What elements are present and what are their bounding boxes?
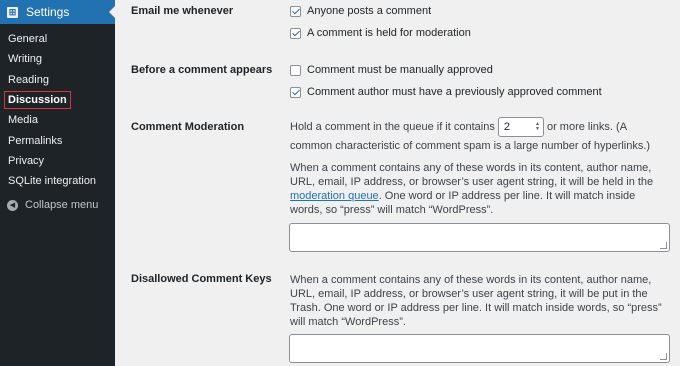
held-for-moderation-label: A comment is held for moderation (307, 27, 471, 39)
collapse-menu-label: Collapse menu (25, 199, 99, 211)
disallowed-section-label: Disallowed Comment Keys (131, 273, 272, 285)
anyone-posts-label: Anyone posts a comment (307, 5, 432, 17)
sidebar-item-permalinks[interactable]: Permalinks (0, 130, 115, 150)
sidebar-item-sqlite-integration[interactable]: SQLite integration (0, 171, 115, 191)
moderation-section-label: Comment Moderation (131, 121, 245, 133)
collapse-menu-button[interactable]: ◀ Collapse menu (7, 199, 98, 211)
held-for-moderation-option[interactable]: A comment is held for moderation (290, 27, 471, 39)
previously-approved-checkbox[interactable] (290, 86, 301, 98)
sidebar-item-label: Privacy (8, 154, 45, 167)
sidebar-item-discussion[interactable]: Discussion (0, 90, 115, 110)
manually-approved-label: Comment must be manually approved (307, 64, 493, 76)
sidebar-item-label: Reading (8, 73, 49, 86)
collapse-arrow-icon: ◀ (7, 199, 18, 211)
anyone-posts-option[interactable]: Anyone posts a comment (290, 5, 431, 17)
sidebar-item-privacy[interactable]: Privacy (0, 151, 115, 171)
sidebar-item-label: Permalinks (8, 134, 63, 147)
disallowed-description: When a comment contains any of these wor… (290, 274, 662, 328)
moderation-description: When a comment contains any of these wor… (290, 161, 670, 217)
sidebar-item-label: Writing (8, 53, 43, 66)
previously-approved-option[interactable]: Comment author must have a previously ap… (290, 86, 602, 98)
sidebar-item-general[interactable]: General (0, 29, 115, 49)
anyone-posts-checkbox[interactable] (290, 5, 301, 17)
previously-approved-label: Comment author must have a previously ap… (307, 86, 602, 98)
before-section-label: Before a comment appears (131, 64, 273, 76)
moderation-queue-link[interactable]: moderation queue (290, 190, 379, 202)
email-section-label: Email me whenever (131, 5, 234, 17)
disallowed-keys-textarea[interactable] (289, 334, 670, 363)
moderation-desc-text: When a comment contains any of these wor… (290, 162, 654, 188)
settings-submenu: General Writing Reading Discussion Media… (0, 29, 115, 191)
discussion-settings-form: Email me whenever Anyone posts a comment… (115, 0, 680, 366)
manually-approved-checkbox[interactable] (290, 64, 301, 76)
settings-menu-label: Settings (26, 5, 70, 19)
moderation-links-count-input[interactable]: 2 ▲ ▼ (497, 117, 544, 137)
sidebar-item-writing[interactable]: Writing (0, 49, 115, 69)
held-for-moderation-checkbox[interactable] (290, 27, 301, 39)
moderation-keys-textarea[interactable] (289, 223, 670, 252)
sidebar-item-label: General (8, 33, 48, 46)
sidebar-item-label: Media (8, 114, 38, 127)
links-count-value: 2 (503, 120, 511, 133)
hold-prefix-text: Hold a comment in the queue if it contai… (290, 120, 495, 133)
sidebar-item-label: Discussion (4, 91, 71, 110)
sidebar-item-reading[interactable]: Reading (0, 70, 115, 90)
settings-icon: ⊞ (7, 6, 18, 18)
number-spinner-icon[interactable]: ▲ ▼ (535, 122, 540, 132)
moderation-links-sentence: Hold a comment in the queue if it contai… (290, 117, 670, 156)
admin-sidebar: ⊞ Settings General Writing Reading Discu… (0, 0, 115, 366)
sidebar-item-label: SQLite integration (8, 175, 97, 188)
manually-approved-option[interactable]: Comment must be manually approved (290, 64, 493, 76)
sidebar-item-media[interactable]: Media (0, 110, 115, 130)
settings-menu-header[interactable]: ⊞ Settings (0, 0, 115, 24)
